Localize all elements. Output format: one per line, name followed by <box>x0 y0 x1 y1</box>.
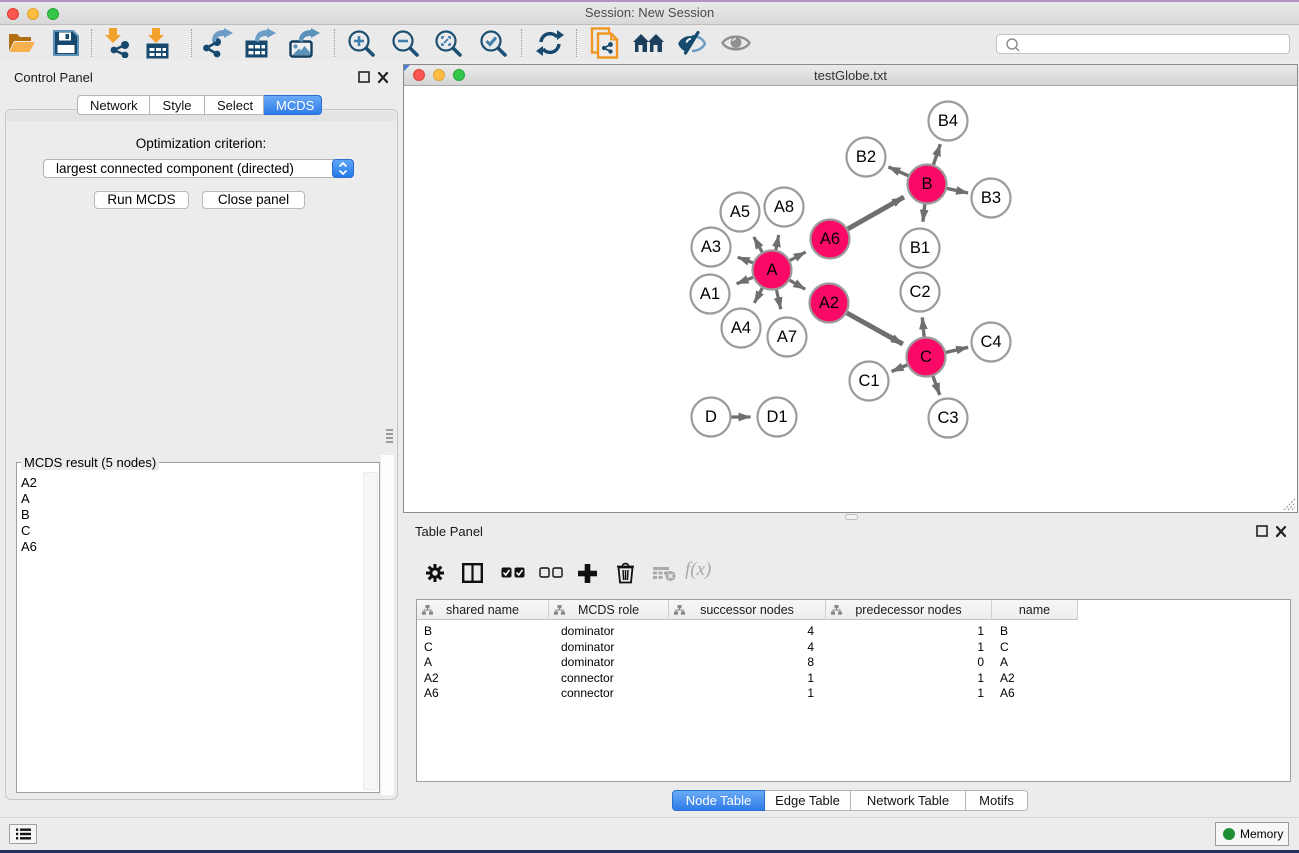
svg-text:C4: C4 <box>980 333 1001 351</box>
svg-text:B4: B4 <box>938 112 958 130</box>
svg-text:B: B <box>921 175 932 193</box>
svg-text:A7: A7 <box>777 328 797 346</box>
svg-text:C3: C3 <box>937 409 958 427</box>
svg-text:C1: C1 <box>858 372 879 390</box>
svg-text:D: D <box>705 408 717 426</box>
svg-text:A: A <box>766 261 777 279</box>
svg-text:A3: A3 <box>701 238 721 256</box>
svg-text:B1: B1 <box>910 239 930 257</box>
svg-text:D1: D1 <box>766 408 787 426</box>
svg-text:B3: B3 <box>981 189 1001 207</box>
svg-text:B2: B2 <box>856 148 876 166</box>
svg-text:A4: A4 <box>731 319 751 337</box>
svg-text:C2: C2 <box>909 283 930 301</box>
svg-text:A6: A6 <box>820 230 840 248</box>
svg-text:C: C <box>920 348 932 366</box>
svg-text:A1: A1 <box>700 285 720 303</box>
svg-text:A2: A2 <box>819 294 839 312</box>
svg-text:A5: A5 <box>730 203 750 221</box>
svg-text:A8: A8 <box>774 198 794 216</box>
